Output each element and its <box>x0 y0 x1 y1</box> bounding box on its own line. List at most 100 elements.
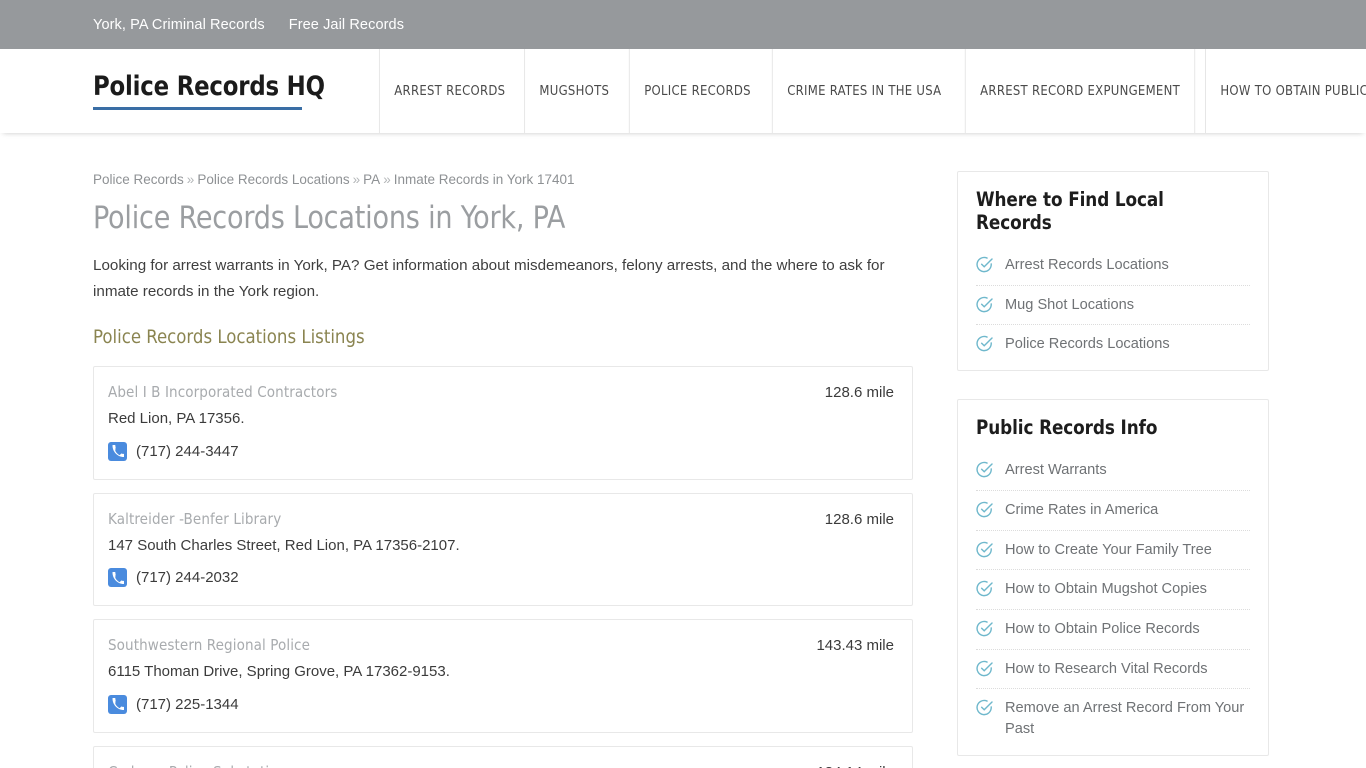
circle-check-icon <box>976 580 993 597</box>
listing-distance: 128.6 mile <box>824 384 894 402</box>
sidebar-item-label[interactable]: Arrest Warrants <box>1005 460 1107 481</box>
sidebar-item-label[interactable]: How to Obtain Police Records <box>1005 619 1200 640</box>
nav-item-label: MUGSHOTS <box>539 83 610 99</box>
nav-item-arrest-record-expungement[interactable]: ARREST RECORD EXPUNGEMENT <box>964 49 1196 133</box>
widget-where-to-find-local-records: Where to Find Local Records Arrest Recor… <box>957 171 1269 372</box>
site-logo-underline <box>93 106 302 110</box>
listing-address: 6115 Thoman Drive, Spring Grove, PA 1736… <box>108 663 450 681</box>
nav-item-crime-rates-in-the-usa[interactable]: CRIME RATES IN THE USA <box>771 49 956 133</box>
nav-item-label: CRIME RATES IN THE USA <box>787 83 942 99</box>
sidebar-item-how-to-obtain-police-records[interactable]: How to Obtain Police Records <box>976 610 1250 650</box>
sidebar-item-label[interactable]: How to Research Vital Records <box>1005 659 1208 680</box>
listing-name[interactable]: Southwestern Regional Police <box>108 636 778 654</box>
listing-address: 147 South Charles Street, Red Lion, PA 1… <box>108 536 460 554</box>
circle-check-icon <box>976 335 993 352</box>
nav-item-label: HOW TO OBTAIN PUBLIC RECORDS <box>1220 83 1366 99</box>
breadcrumb-separator: » <box>352 172 361 187</box>
widget-list: Arrest Warrants Crime Rates in America H… <box>976 451 1250 749</box>
listing-name[interactable]: Abel I B Incorporated Contractors <box>108 383 786 401</box>
circle-check-icon <box>976 620 993 637</box>
circle-check-icon <box>976 501 993 518</box>
main-content: Police Records» Police Records Locations»… <box>93 171 913 768</box>
listing-distance: 143.43 mile <box>816 637 894 655</box>
site-logo-text[interactable]: Police Records HQ <box>93 72 325 102</box>
breadcrumb-item-pa[interactable]: PA <box>363 172 380 187</box>
sidebar-item-label[interactable]: Crime Rates in America <box>1005 500 1158 521</box>
listing-card[interactable]: Abel I B Incorporated Contractors Red Li… <box>93 366 913 480</box>
nav-item-arrest-records[interactable]: ARREST RECORDS <box>378 49 520 133</box>
sidebar-item-how-to-create-your-family-tree[interactable]: How to Create Your Family Tree <box>976 531 1250 571</box>
listing-phone-row: (717) 225-1344 <box>108 694 798 714</box>
nav-item-mugshots[interactable]: MUGSHOTS <box>524 49 624 133</box>
page-title: Police Records Locations in York, PA <box>93 199 566 236</box>
phone-icon <box>108 441 127 461</box>
listing-name[interactable]: Codorus Police Substation <box>108 763 778 768</box>
widget-title: Public Records Info <box>976 416 1158 440</box>
nav-item-label: ARREST RECORDS <box>393 83 505 99</box>
breadcrumb-item-inmate-records-in-york-17401[interactable]: Inmate Records in York 17401 <box>394 172 575 187</box>
sidebar-item-arrest-records-locations[interactable]: Arrest Records Locations <box>976 246 1250 286</box>
listing-address: Red Lion, PA 17356. <box>108 410 245 428</box>
listing-phone[interactable]: (717) 244-3447 <box>136 443 239 460</box>
nav-item-how-to-obtain-public-records[interactable]: HOW TO OBTAIN PUBLIC RECORDS <box>1204 49 1366 133</box>
listing-card[interactable]: Kaltreider -Benfer Library 147 South Cha… <box>93 492 913 607</box>
sidebar-item-label[interactable]: Mug Shot Locations <box>1005 295 1134 316</box>
breadcrumb-item-police-records-locations[interactable]: Police Records Locations <box>197 172 349 187</box>
listings-container: Abel I B Incorporated Contractors Red Li… <box>93 366 913 768</box>
intro-paragraph: Looking for arrest warrants in York, PA?… <box>93 257 885 300</box>
listing-main: Kaltreider -Benfer Library 147 South Cha… <box>108 510 807 588</box>
topbar-link-free-jail-records[interactable]: Free Jail Records <box>289 17 404 33</box>
site-header-inner: Police Records HQ ARREST RECORDS MUGSHOT… <box>93 49 1366 133</box>
listing-main: Southwestern Regional Police 6115 Thoman… <box>108 636 798 714</box>
widget-public-records-info: Public Records Info Arrest Warrants Crim… <box>957 399 1269 756</box>
breadcrumb-separator: » <box>186 172 195 187</box>
phone-icon <box>108 568 127 588</box>
phone-icon <box>108 694 127 714</box>
listing-main: Abel I B Incorporated Contractors Red Li… <box>108 383 807 461</box>
sidebar-item-police-records-locations[interactable]: Police Records Locations <box>976 325 1250 364</box>
breadcrumb-item-police-records[interactable]: Police Records <box>93 172 184 187</box>
listing-phone-row: (717) 244-3447 <box>108 441 807 461</box>
sidebar-item-how-to-research-vital-records[interactable]: How to Research Vital Records <box>976 650 1250 690</box>
sidebar-item-mug-shot-locations[interactable]: Mug Shot Locations <box>976 286 1250 326</box>
page-container: Police Records» Police Records Locations»… <box>93 133 1273 768</box>
sidebar-item-crime-rates-in-america[interactable]: Crime Rates in America <box>976 491 1250 531</box>
circle-check-icon <box>976 541 993 558</box>
listing-phone[interactable]: (717) 225-1344 <box>136 696 239 713</box>
sidebar-item-label[interactable]: How to Obtain Mugshot Copies <box>1005 579 1207 600</box>
sidebar-item-arrest-warrants[interactable]: Arrest Warrants <box>976 451 1250 491</box>
sidebar: Where to Find Local Records Arrest Recor… <box>957 171 1269 768</box>
circle-check-icon <box>976 461 993 478</box>
widget-list: Arrest Records Locations Mug Shot Locati… <box>976 246 1250 364</box>
listing-distance: 134.14 mile <box>798 763 894 768</box>
site-header: Police Records HQ ARREST RECORDS MUGSHOT… <box>0 49 1366 133</box>
listing-phone[interactable]: (717) 244-2032 <box>136 569 239 586</box>
listings-section-title: Police Records Locations Listings <box>93 326 365 349</box>
circle-check-icon <box>976 660 993 677</box>
sidebar-item-label[interactable]: How to Create Your Family Tree <box>1005 540 1212 561</box>
listing-card[interactable]: Codorus Police Substation 350 South Newb… <box>93 745 913 768</box>
listing-phone-row: (717) 244-2032 <box>108 568 807 588</box>
breadcrumb: Police Records» Police Records Locations»… <box>93 171 913 189</box>
listing-main: Codorus Police Substation 350 South Newb… <box>108 763 798 768</box>
sidebar-item-label[interactable]: Arrest Records Locations <box>1005 255 1169 276</box>
main-navigation: ARREST RECORDS MUGSHOTS POLICE RECORDS C… <box>376 49 1366 133</box>
sidebar-item-remove-an-arrest-record-from-your-past[interactable]: Remove an Arrest Record From Your Past <box>976 689 1250 748</box>
sidebar-item-label[interactable]: Police Records Locations <box>1005 334 1170 355</box>
top-utility-bar-inner: York, PA Criminal Records Free Jail Reco… <box>93 17 1273 33</box>
topbar-link-york-pa-criminal-records[interactable]: York, PA Criminal Records <box>93 17 265 33</box>
breadcrumb-separator: » <box>383 172 391 187</box>
circle-check-icon <box>976 256 993 273</box>
nav-item-police-records[interactable]: POLICE RECORDS <box>628 49 765 133</box>
site-logo[interactable]: Police Records HQ <box>93 49 376 133</box>
listing-name[interactable]: Kaltreider -Benfer Library <box>108 510 786 528</box>
nav-item-label: POLICE RECORDS <box>644 83 751 99</box>
listing-distance: 128.6 mile <box>824 510 894 528</box>
listing-card[interactable]: Southwestern Regional Police 6115 Thoman… <box>93 619 913 733</box>
sidebar-item-label[interactable]: Remove an Arrest Record From Your Past <box>1005 698 1250 739</box>
widget-title: Where to Find Local Records <box>976 188 1164 234</box>
circle-check-icon <box>976 699 993 716</box>
sidebar-item-how-to-obtain-mugshot-copies[interactable]: How to Obtain Mugshot Copies <box>976 570 1250 611</box>
top-utility-bar: York, PA Criminal Records Free Jail Reco… <box>0 0 1366 49</box>
nav-item-label: ARREST RECORD EXPUNGEMENT <box>979 83 1180 99</box>
